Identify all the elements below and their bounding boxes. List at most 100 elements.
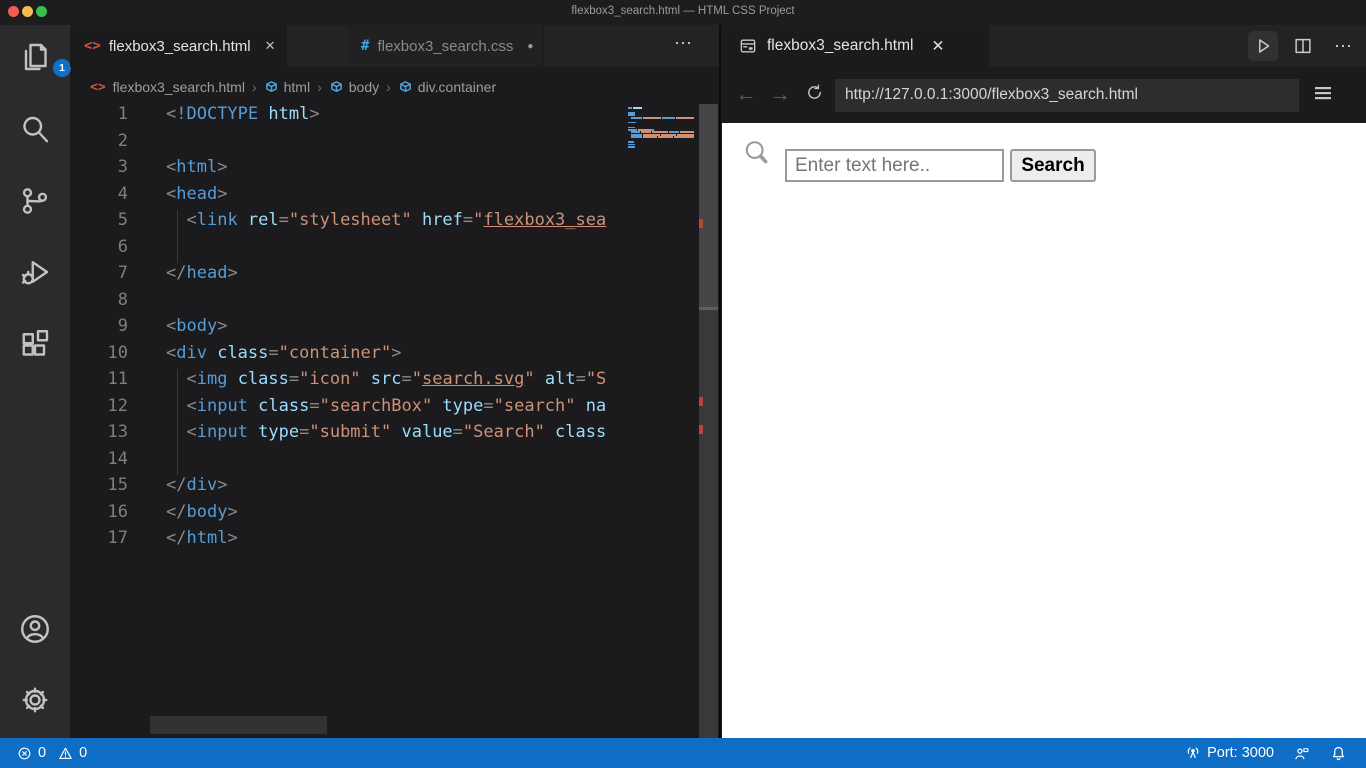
line-number: 8 xyxy=(117,289,128,310)
code-line[interactable] xyxy=(166,449,627,476)
vscode-window: flexbox3_search.html — HTML CSS Project … xyxy=(0,0,1366,768)
code-line[interactable] xyxy=(166,131,627,158)
page-search-magnifier-icon xyxy=(745,141,768,164)
breadcrumb-html[interactable]: html xyxy=(264,79,310,95)
code-line[interactable]: <link rel="stylesheet" href="flexbox3_se… xyxy=(166,210,627,237)
url-input[interactable] xyxy=(835,78,1299,112)
editor-actions-more-icon[interactable]: ⋯ xyxy=(674,33,693,54)
tab-flexbox3-search-html[interactable]: <> flexbox3_search.html ✕ xyxy=(70,25,287,67)
overview-error-mark xyxy=(699,219,703,228)
split-editor-button[interactable] xyxy=(1288,31,1318,61)
warning-count: 0 xyxy=(79,745,88,761)
forward-button[interactable]: → xyxy=(763,83,797,107)
browser-nav-bar: ← → xyxy=(721,67,1366,123)
breadcrumb-body[interactable]: body xyxy=(329,79,379,95)
window-title: flexbox3_search.html — HTML CSS Project xyxy=(571,5,795,17)
source-control-icon[interactable] xyxy=(17,183,53,219)
line-number: 1 xyxy=(117,104,128,124)
indent-guide xyxy=(177,210,178,263)
indent-guide xyxy=(177,369,178,475)
line-number: 16 xyxy=(107,501,128,522)
line-number: 5 xyxy=(117,210,128,230)
port-status[interactable]: Port: 3000 xyxy=(1184,744,1274,762)
errors-icon xyxy=(18,747,31,759)
close-preview-tab-icon[interactable]: ✕ xyxy=(931,37,944,56)
error-count: 0 xyxy=(38,745,47,761)
page-search-input[interactable] xyxy=(785,149,1004,182)
line-number: 4 xyxy=(117,183,128,204)
explorer-icon[interactable]: 1 xyxy=(17,39,71,77)
rendered-page: Search xyxy=(722,123,1366,738)
line-number: 2 xyxy=(117,130,128,151)
simple-browser-panel: flexbox3_search.html ✕ ⋯ ← → http://127.… xyxy=(719,25,1366,738)
preview-more-actions-button[interactable]: ⋯ xyxy=(1328,31,1358,61)
minimap-line xyxy=(628,146,696,148)
line-number: 15 xyxy=(107,475,128,495)
title-bar: flexbox3_search.html — HTML CSS Project xyxy=(0,0,1366,25)
code-line[interactable]: <head> xyxy=(166,184,627,211)
line-number: 17 xyxy=(107,528,128,548)
editor-tab-strip: <> flexbox3_search.html ✕ # flexbox3_sea… xyxy=(70,25,719,67)
feedback-icon[interactable] xyxy=(1292,744,1311,763)
reload-button[interactable] xyxy=(797,82,831,109)
search-icon[interactable] xyxy=(17,112,53,148)
account-icon[interactable] xyxy=(17,611,53,647)
html-file-icon: <> xyxy=(84,38,101,54)
line-number-gutter: 1 2 3 4 5 6 7 8 9 10 11 12 13 14 15 16 17 xyxy=(70,104,128,555)
code-line[interactable]: </body> xyxy=(166,502,627,529)
editor-horizontal-scrollbar[interactable] xyxy=(150,716,327,734)
editor-vertical-scrollbar[interactable] xyxy=(699,104,718,738)
html-file-icon: <> xyxy=(90,79,106,95)
code-line[interactable]: <input class="searchBox" type="search" n… xyxy=(166,396,627,423)
line-number: 12 xyxy=(107,395,128,416)
overview-error-mark xyxy=(699,425,703,434)
code-line[interactable]: </head> xyxy=(166,263,627,290)
run-preview-button[interactable] xyxy=(1248,31,1278,61)
css-file-icon: # xyxy=(361,38,370,54)
scrollbar-thumb[interactable] xyxy=(699,104,718,310)
code-line[interactable] xyxy=(166,290,627,317)
code-line[interactable] xyxy=(166,237,627,264)
explorer-badge: 1 xyxy=(53,59,71,77)
run-debug-icon[interactable] xyxy=(17,254,53,290)
preview-tab-label: flexbox3_search.html xyxy=(767,37,914,54)
problems-status[interactable]: 0 0 xyxy=(16,745,87,762)
notifications-bell-icon[interactable] xyxy=(1329,744,1348,763)
broadcast-icon xyxy=(1187,747,1199,759)
breadcrumb-file[interactable]: <> flexbox3_search.html xyxy=(90,79,245,95)
code-line[interactable]: <div class="container"> xyxy=(166,343,627,370)
modified-dot-icon: ● xyxy=(527,40,534,52)
back-button[interactable]: ← xyxy=(729,83,763,107)
breadcrumb-div-container[interactable]: div.container xyxy=(398,79,496,95)
tab-label: flexbox3_search.html xyxy=(108,37,251,55)
line-number: 7 xyxy=(117,263,128,283)
settings-gear-icon[interactable] xyxy=(17,682,53,718)
breadcrumb: <> flexbox3_search.html › html › body › … xyxy=(90,79,497,95)
minimap[interactable] xyxy=(628,107,696,148)
code-line[interactable]: <input type="submit" value="Search" clas… xyxy=(166,422,627,449)
preview-tab-strip: flexbox3_search.html ✕ ⋯ xyxy=(721,25,1366,67)
line-number: 13 xyxy=(107,422,128,442)
menu-hamburger-icon[interactable] xyxy=(1311,81,1335,110)
code-line[interactable]: </div> xyxy=(166,475,627,502)
close-tab-icon[interactable]: ✕ xyxy=(265,38,276,54)
status-bar: 0 0 Port: 3000 xyxy=(0,738,1366,768)
warnings-icon xyxy=(59,747,72,759)
code-line[interactable]: <img class="icon" src="search.svg" alt="… xyxy=(166,369,627,396)
tab-flexbox3-search-css[interactable]: # flexbox3_search.css ● xyxy=(347,25,545,67)
code-line[interactable]: <html> xyxy=(166,157,627,184)
code-line[interactable]: <!DOCTYPE html> xyxy=(166,104,627,131)
page-search-button[interactable]: Search xyxy=(1010,149,1096,182)
line-number: 3 xyxy=(117,157,128,177)
code-line[interactable]: </html> xyxy=(166,528,627,555)
code-editor[interactable]: <!DOCTYPE html> <html> <head> <link rel="s… xyxy=(166,104,627,555)
line-number: 6 xyxy=(117,236,128,257)
tab-label: flexbox3_search.css xyxy=(377,37,514,55)
line-number: 10 xyxy=(107,342,128,363)
preview-tab[interactable]: flexbox3_search.html ✕ xyxy=(721,25,989,67)
extensions-icon[interactable] xyxy=(17,326,53,362)
line-number: 9 xyxy=(117,316,128,336)
code-line[interactable]: <body> xyxy=(166,316,627,343)
overview-error-mark xyxy=(699,397,703,406)
line-number: 14 xyxy=(107,448,128,469)
